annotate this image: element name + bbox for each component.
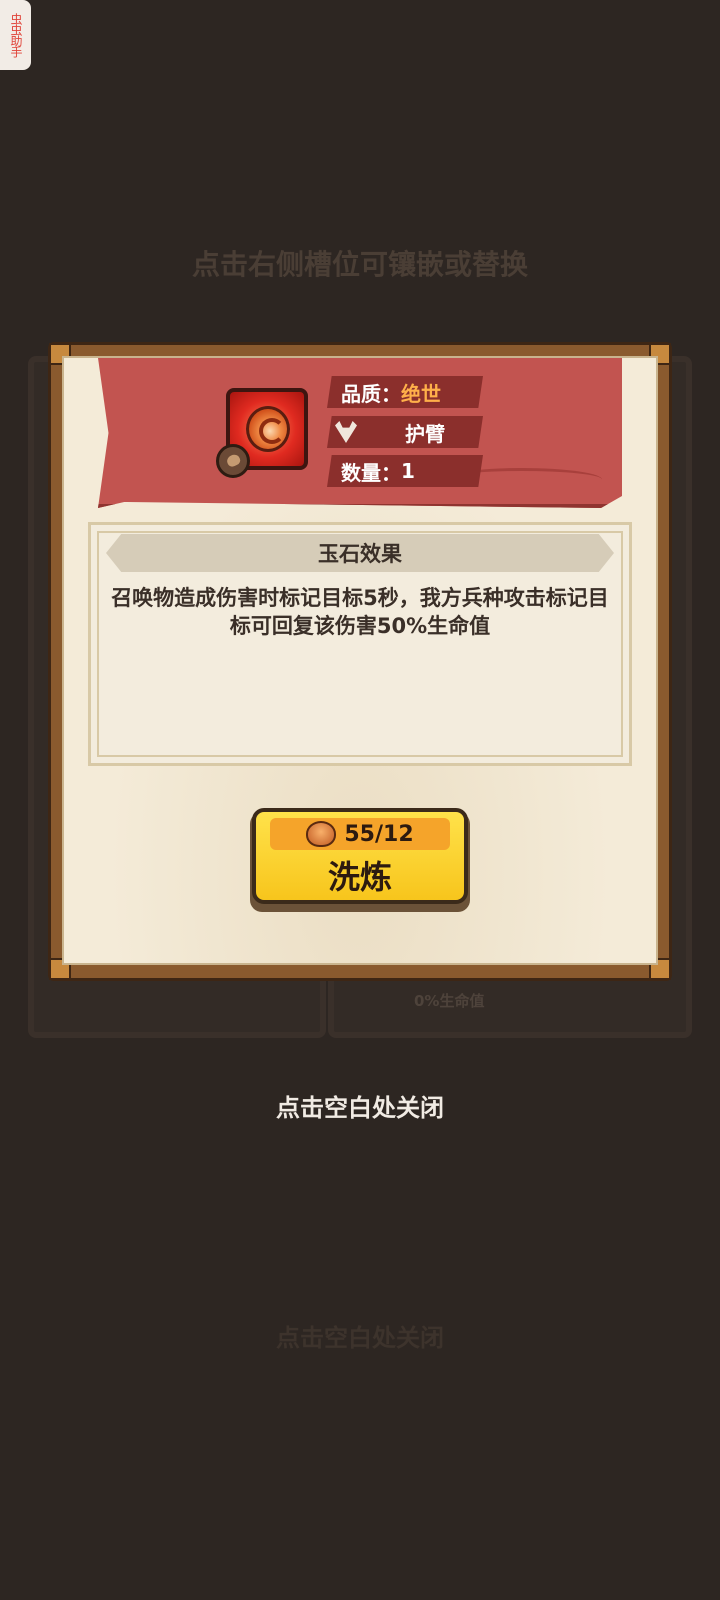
refine-cost: 55/12 — [344, 821, 414, 847]
cost-creature-icon — [306, 821, 337, 847]
jade-swirl-graphic — [246, 406, 290, 452]
quantity-row: 数量： 1 — [327, 455, 483, 487]
quality-row: 品质： 绝世 — [327, 376, 483, 408]
background-hint-bottom: 点击空白处关闭 — [276, 1324, 444, 1352]
quantity-label: 数量： — [341, 460, 401, 485]
background-hint-top: 点击右侧槽位可镶嵌或替换 — [191, 248, 528, 281]
seed-icon — [216, 444, 250, 478]
quality-label: 品质： — [341, 381, 401, 406]
refine-cost-bar: 55/12 — [270, 818, 450, 850]
refine-button[interactable]: 55/12 洗炼 — [252, 808, 468, 904]
effect-title: 玉石效果 — [106, 534, 614, 572]
background-peek-text: 0%生命值 — [414, 992, 485, 1010]
slot-type-label: 护臂 — [405, 421, 445, 446]
quality-value: 绝世 — [401, 381, 441, 406]
close-hint[interactable]: 点击空白处关闭 — [0, 1088, 720, 1123]
refine-label: 洗炼 — [327, 858, 392, 896]
quantity-value: 1 — [401, 459, 415, 483]
helper-overlay-label: 虫虫助手 — [9, 13, 23, 57]
effect-description: 召唤物造成伤害时标记目标5秒，我方兵种攻击标记目标可回复该伤害50%生命值 — [111, 586, 609, 638]
helper-overlay-tab[interactable]: 虫虫助手 — [0, 0, 31, 70]
wolf-icon — [335, 421, 357, 443]
slot-type-row: 护臂 — [327, 416, 483, 448]
